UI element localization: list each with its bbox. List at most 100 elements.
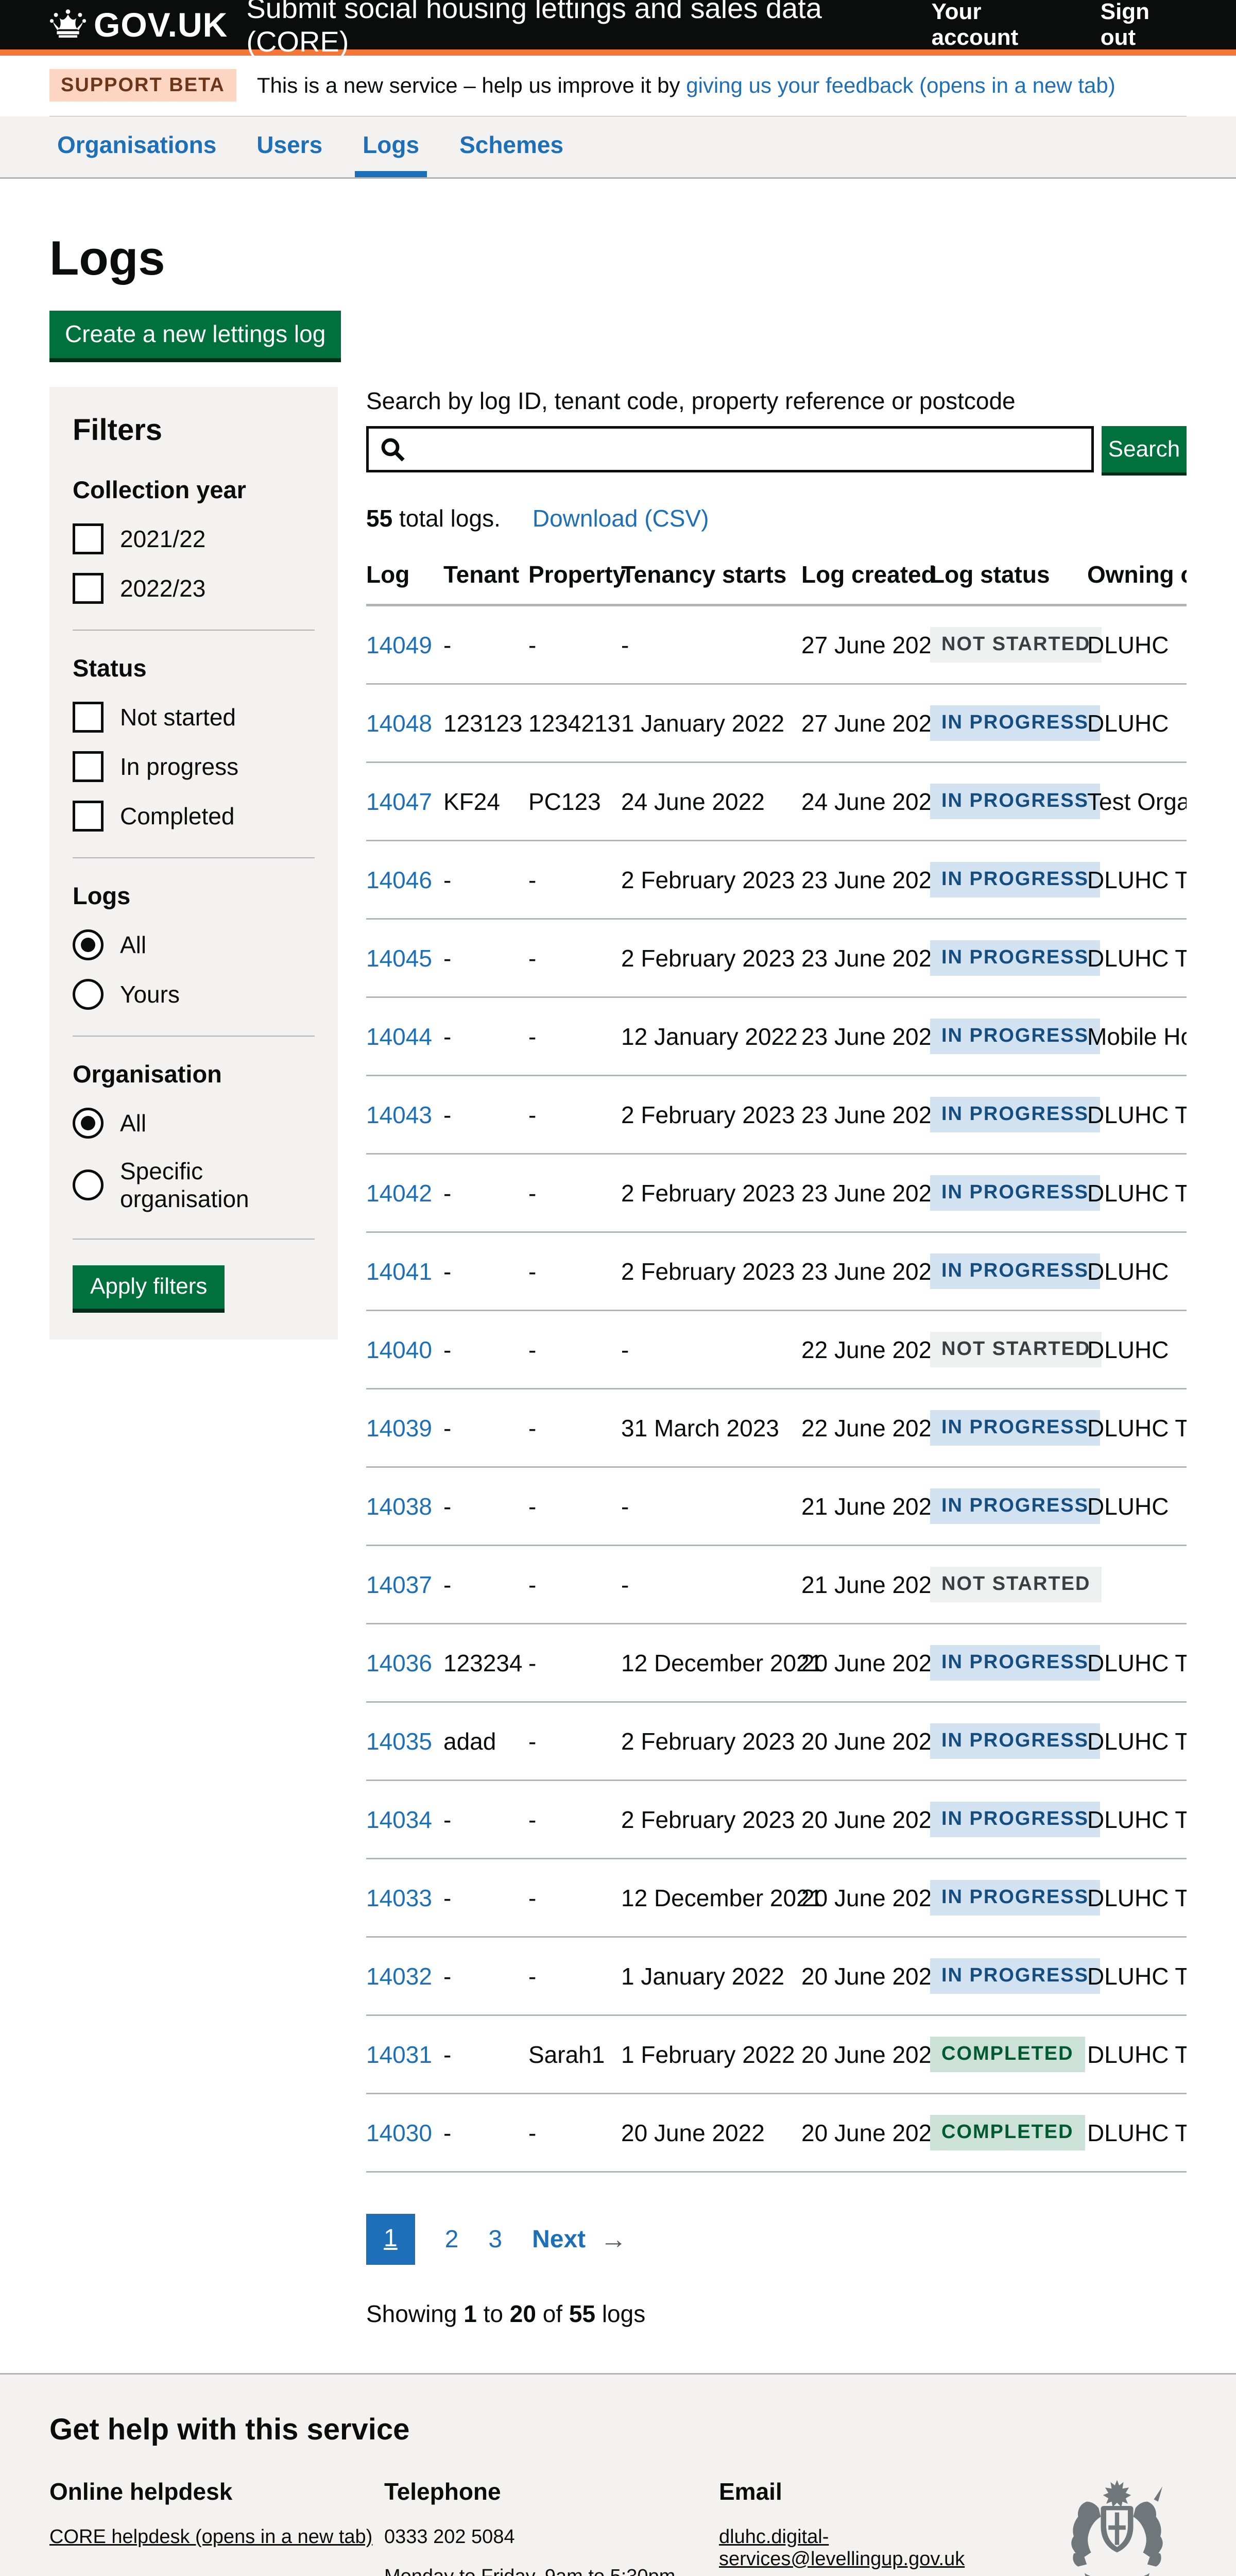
table-row: 14036 123234 - 12 December 2021 20 June … bbox=[366, 1624, 1187, 1702]
pagination-current-page[interactable]: 1 bbox=[366, 2214, 415, 2265]
feedback-link[interactable]: giving us your feedback (opens in a new … bbox=[686, 73, 1115, 97]
log-id-link[interactable]: 14031 bbox=[366, 2041, 432, 2068]
checkbox[interactable] bbox=[73, 573, 104, 604]
radio-label[interactable]: All bbox=[120, 931, 146, 959]
radio[interactable] bbox=[73, 979, 104, 1010]
log-id-link[interactable]: 14049 bbox=[366, 632, 432, 658]
status-badge: COMPLETED bbox=[930, 2037, 1085, 2072]
service-name-link[interactable]: Submit social housing lettings and sales… bbox=[246, 0, 898, 58]
filter-divider bbox=[73, 1239, 315, 1240]
tenant-cell: - bbox=[443, 605, 528, 684]
status-heading: Status bbox=[73, 654, 315, 682]
log-created-cell: 23 June 2022 bbox=[801, 1154, 930, 1232]
column-header: Owning or bbox=[1087, 561, 1187, 605]
logs-table: LogTenantPropertyTenancy startsLog creat… bbox=[366, 561, 1187, 2173]
pagination-next-arrow-icon[interactable]: → bbox=[600, 2224, 627, 2255]
radio-label[interactable]: All bbox=[120, 1109, 146, 1137]
search-input[interactable] bbox=[366, 426, 1094, 472]
checkbox-label[interactable]: Not started bbox=[120, 703, 236, 731]
owning-organisation-cell: DLUHC Tes bbox=[1087, 1781, 1187, 1859]
status-badge: IN PROGRESS bbox=[930, 1019, 1100, 1054]
table-row: 14039 - - 31 March 2023 22 June 2022 IN … bbox=[366, 1389, 1187, 1467]
log-id-link[interactable]: 14033 bbox=[366, 1885, 432, 1911]
log-id-link[interactable]: 14039 bbox=[366, 1415, 432, 1442]
checkbox-label[interactable]: Completed bbox=[120, 802, 234, 830]
tenancy-starts-cell: 2 February 2023 bbox=[621, 1781, 801, 1859]
royal-coat-of-arms-icon bbox=[1063, 2478, 1171, 2576]
page-title: Logs bbox=[49, 230, 1187, 286]
log-created-cell: 20 June 2022 bbox=[801, 2094, 930, 2172]
log-id-link[interactable]: 14034 bbox=[366, 1806, 432, 1833]
owning-organisation-cell: DLUHC Tes bbox=[1087, 2015, 1187, 2094]
download-csv-link[interactable]: Download (CSV) bbox=[533, 505, 709, 532]
pagination-page-link[interactable]: 2 bbox=[445, 2225, 459, 2253]
log-created-cell: 20 June 2022 bbox=[801, 1624, 930, 1702]
owning-organisation-cell: DLUHC Tes bbox=[1087, 841, 1187, 919]
showing-from: 1 bbox=[464, 2300, 477, 2327]
tenant-cell: - bbox=[443, 1389, 528, 1467]
table-header-row: LogTenantPropertyTenancy startsLog creat… bbox=[366, 561, 1187, 605]
radio-label[interactable]: Specific organisation bbox=[120, 1157, 315, 1213]
property-cell: - bbox=[528, 1546, 621, 1624]
phase-banner-text: This is a new service – help us improve … bbox=[257, 73, 1115, 98]
sign-out-link[interactable]: Sign out bbox=[1101, 0, 1187, 50]
log-id-link[interactable]: 14047 bbox=[366, 788, 432, 815]
log-id-link[interactable]: 14035 bbox=[366, 1728, 432, 1755]
column-header: Tenancy starts bbox=[621, 561, 801, 605]
log-id-link[interactable]: 14041 bbox=[366, 1258, 432, 1285]
nav-item[interactable]: Organisations bbox=[49, 116, 224, 177]
owning-organisation-cell: DLUHC Tes bbox=[1087, 1076, 1187, 1154]
log-id-link[interactable]: 14040 bbox=[366, 1336, 432, 1363]
tenancy-starts-cell: 2 February 2023 bbox=[621, 919, 801, 997]
nav-item[interactable]: Logs bbox=[355, 116, 427, 177]
nav-item[interactable]: Schemes bbox=[452, 116, 571, 177]
govuk-home-link[interactable]: GOV.UK bbox=[49, 5, 228, 44]
status-badge: IN PROGRESS bbox=[930, 940, 1100, 976]
log-created-cell: 23 June 2022 bbox=[801, 1076, 930, 1154]
owning-organisation-cell: DLUHC Tes bbox=[1087, 1624, 1187, 1702]
log-id-link[interactable]: 14046 bbox=[366, 867, 432, 893]
property-cell: - bbox=[528, 2094, 621, 2172]
table-row: 14048 123123 1234213 1 January 2022 27 J… bbox=[366, 684, 1187, 762]
checkbox[interactable] bbox=[73, 751, 104, 782]
tenancy-starts-cell: 2 February 2023 bbox=[621, 1232, 801, 1311]
radio[interactable] bbox=[73, 929, 104, 960]
log-created-cell: 23 June 2022 bbox=[801, 841, 930, 919]
checkbox-label[interactable]: In progress bbox=[120, 753, 238, 781]
radio[interactable] bbox=[73, 1170, 104, 1200]
nav-item[interactable]: Users bbox=[249, 116, 330, 177]
log-id-link[interactable]: 14044 bbox=[366, 1023, 432, 1050]
your-account-link[interactable]: Your account bbox=[932, 0, 1068, 50]
checkbox[interactable] bbox=[73, 702, 104, 733]
phase-banner-text-before: This is a new service – help us improve … bbox=[257, 73, 686, 97]
log-id-link[interactable]: 14048 bbox=[366, 710, 432, 737]
tenant-cell: - bbox=[443, 2094, 528, 2172]
radio[interactable] bbox=[73, 1108, 104, 1139]
log-id-link[interactable]: 14042 bbox=[366, 1180, 432, 1207]
log-id-link[interactable]: 14036 bbox=[366, 1650, 432, 1676]
log-id-link[interactable]: 14043 bbox=[366, 1101, 432, 1128]
log-id-link[interactable]: 14037 bbox=[366, 1571, 432, 1598]
pagination-next-link[interactable]: Next bbox=[532, 2225, 586, 2253]
log-id-link[interactable]: 14038 bbox=[366, 1493, 432, 1520]
checkbox-label[interactable]: 2022/23 bbox=[120, 574, 205, 602]
pagination-page-link[interactable]: 3 bbox=[488, 2225, 502, 2253]
status-badge: IN PROGRESS bbox=[930, 1097, 1100, 1132]
search-button[interactable]: Search bbox=[1102, 426, 1187, 472]
log-id-link[interactable]: 14045 bbox=[366, 945, 432, 972]
log-id-link[interactable]: 14032 bbox=[366, 1963, 432, 1990]
property-cell: - bbox=[528, 1467, 621, 1546]
property-cell: 1234213 bbox=[528, 684, 621, 762]
checkbox-label[interactable]: 2021/22 bbox=[120, 525, 205, 553]
radio-label[interactable]: Yours bbox=[120, 980, 180, 1008]
checkbox[interactable] bbox=[73, 523, 104, 554]
apply-filters-button[interactable]: Apply filters bbox=[73, 1265, 225, 1309]
core-helpdesk-link[interactable]: CORE helpdesk (opens in a new tab) bbox=[49, 2526, 372, 2548]
property-cell: - bbox=[528, 1311, 621, 1389]
create-lettings-log-button[interactable]: Create a new lettings log bbox=[49, 311, 341, 358]
log-id-link[interactable]: 14030 bbox=[366, 2120, 432, 2146]
email-link[interactable]: dluhc.digital-services@levellingup.gov.u… bbox=[719, 2526, 1059, 2570]
table-row: 14042 - - 2 February 2023 23 June 2022 I… bbox=[366, 1154, 1187, 1232]
checkbox[interactable] bbox=[73, 801, 104, 832]
table-row: 14047 KF24 PC123 24 June 2022 24 June 20… bbox=[366, 762, 1187, 841]
